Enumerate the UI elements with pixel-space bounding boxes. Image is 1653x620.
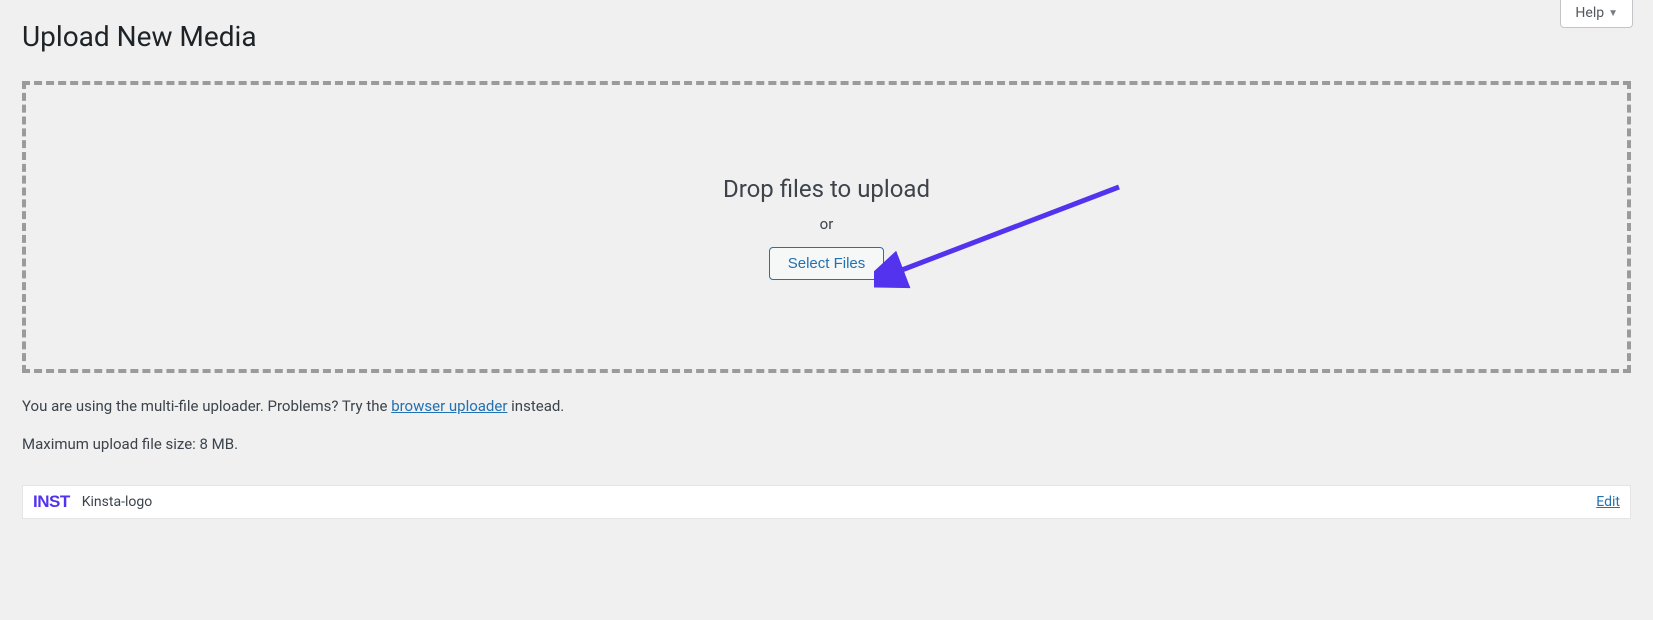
max-upload-size: Maximum upload file size: 8 MB. xyxy=(0,415,1653,453)
media-filename: Kinsta-logo xyxy=(82,494,152,510)
media-item-left: INST Kinsta-logo xyxy=(33,492,152,512)
uploader-info-text: You are using the multi-file uploader. P… xyxy=(0,383,1653,415)
info-prefix: You are using the multi-file uploader. P… xyxy=(22,397,391,415)
chevron-down-icon: ▼ xyxy=(1608,8,1618,19)
media-thumbnail: INST xyxy=(33,492,70,512)
edit-link[interactable]: Edit xyxy=(1596,494,1620,510)
browser-uploader-link[interactable]: browser uploader xyxy=(391,397,507,415)
help-tab[interactable]: Help ▼ xyxy=(1560,0,1633,28)
help-label: Help xyxy=(1575,5,1604,21)
info-suffix: instead. xyxy=(507,397,564,415)
select-files-button[interactable]: Select Files xyxy=(769,247,885,280)
media-item-row: INST Kinsta-logo Edit xyxy=(22,485,1631,519)
or-label: or xyxy=(820,215,834,233)
page-title: Upload New Media xyxy=(0,0,1653,63)
upload-drop-zone[interactable]: Drop files to upload or Select Files xyxy=(22,81,1631,373)
drop-heading: Drop files to upload xyxy=(723,175,930,203)
